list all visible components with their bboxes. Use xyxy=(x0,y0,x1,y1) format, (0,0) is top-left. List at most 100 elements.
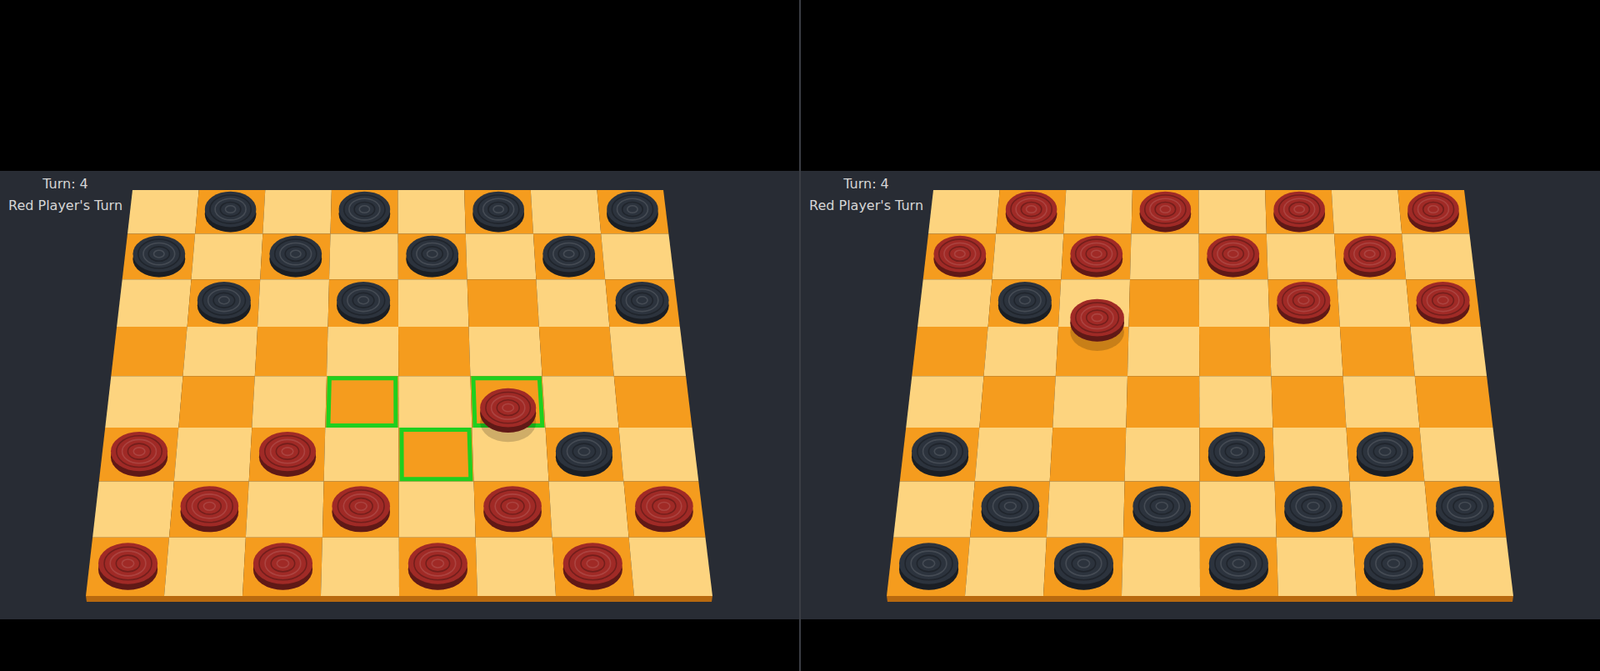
checker-piece[interactable] xyxy=(1356,431,1414,477)
checker-piece[interactable] xyxy=(269,235,322,278)
board-square[interactable] xyxy=(1415,375,1494,428)
board-square[interactable] xyxy=(474,481,553,538)
board-square[interactable] xyxy=(545,427,625,481)
checker-piece[interactable] xyxy=(253,542,313,590)
board-square[interactable] xyxy=(1130,234,1200,280)
checker-piece[interactable] xyxy=(1416,281,1470,325)
board-square[interactable] xyxy=(325,375,399,428)
board-square[interactable] xyxy=(127,190,200,235)
move-highlight[interactable] xyxy=(401,430,471,480)
board-square[interactable] xyxy=(257,279,330,327)
board-square[interactable] xyxy=(886,537,970,596)
board-square[interactable] xyxy=(1199,190,1267,235)
checker-piece[interactable] xyxy=(542,235,595,278)
board-square[interactable] xyxy=(164,537,246,596)
checker-piece[interactable] xyxy=(555,431,613,477)
board-square[interactable] xyxy=(1336,279,1410,327)
board-square[interactable] xyxy=(1350,481,1430,538)
board-square[interactable] xyxy=(110,326,187,376)
board-square[interactable] xyxy=(614,375,693,428)
checker-piece[interactable] xyxy=(472,191,525,233)
board-square[interactable] xyxy=(105,375,183,428)
board-square[interactable] xyxy=(169,481,250,538)
board-square[interactable] xyxy=(1199,427,1275,481)
board-square[interactable] xyxy=(530,190,601,235)
checker-piece[interactable] xyxy=(1005,191,1058,233)
checker-piece[interactable] xyxy=(1140,191,1192,233)
board-square[interactable] xyxy=(99,427,180,481)
checker-piece[interactable] xyxy=(998,281,1052,325)
checker-piece[interactable] xyxy=(339,191,391,233)
checker-piece[interactable] xyxy=(1070,299,1125,351)
board-square[interactable] xyxy=(1270,326,1344,376)
board-square[interactable] xyxy=(464,190,534,235)
board-square[interactable] xyxy=(1265,190,1335,235)
board-square[interactable] xyxy=(535,279,610,327)
board-square[interactable] xyxy=(965,537,1047,596)
checker-piece[interactable] xyxy=(205,191,257,233)
board-square[interactable] xyxy=(549,481,630,538)
checker-piece[interactable] xyxy=(911,431,969,477)
board-square[interactable] xyxy=(1410,326,1487,376)
board-square[interactable] xyxy=(1276,537,1357,596)
board-square[interactable] xyxy=(1199,279,1270,327)
checker-piece[interactable] xyxy=(635,485,694,532)
board-square[interactable] xyxy=(988,279,1062,327)
board-square[interactable] xyxy=(1405,279,1481,327)
board-square[interactable] xyxy=(1199,375,1273,428)
board-square[interactable] xyxy=(905,375,984,428)
board-square[interactable] xyxy=(979,375,1056,428)
board-square[interactable] xyxy=(1046,481,1125,538)
board-square[interactable] xyxy=(1127,326,1200,376)
board-square[interactable] xyxy=(995,190,1066,235)
checker-piece[interactable] xyxy=(483,485,542,532)
board-square[interactable] xyxy=(1121,537,1200,596)
board-square[interactable] xyxy=(398,279,470,327)
board-square[interactable] xyxy=(1125,375,1200,428)
board-square[interactable] xyxy=(552,537,635,596)
board-square[interactable] xyxy=(398,234,468,280)
checker-piece[interactable] xyxy=(480,388,536,442)
board-square[interactable] xyxy=(605,279,680,327)
board-square[interactable] xyxy=(1270,375,1346,428)
checker-piece[interactable] xyxy=(899,542,959,590)
board-square[interactable] xyxy=(1340,326,1415,376)
board-square[interactable] xyxy=(1275,481,1354,538)
board-square[interactable] xyxy=(1346,427,1425,481)
board-square[interactable] xyxy=(262,190,332,235)
board-square[interactable] xyxy=(984,326,1060,376)
checker-piece[interactable] xyxy=(1209,542,1269,590)
checker-piece[interactable] xyxy=(981,485,1040,532)
board-square[interactable] xyxy=(900,427,980,481)
board-square[interactable] xyxy=(465,234,537,280)
board-square[interactable] xyxy=(539,326,615,376)
board-square[interactable] xyxy=(992,234,1065,280)
board-square[interactable] xyxy=(322,481,400,538)
checker-piece[interactable] xyxy=(1435,485,1495,532)
board-square[interactable] xyxy=(249,427,326,481)
board-square[interactable] xyxy=(1334,234,1406,280)
board-square[interactable] xyxy=(191,234,264,280)
board-square[interactable] xyxy=(1123,481,1200,538)
board-square[interactable] xyxy=(467,279,540,327)
board-square[interactable] xyxy=(1424,481,1506,538)
board-square[interactable] xyxy=(399,537,478,596)
board-square[interactable] xyxy=(195,190,265,235)
board-square[interactable] xyxy=(1200,481,1277,538)
board-square[interactable] xyxy=(320,537,400,596)
board-square[interactable] xyxy=(533,234,605,280)
checker-piece[interactable] xyxy=(606,191,659,233)
board-square[interactable] xyxy=(1043,537,1124,596)
board-square[interactable] xyxy=(92,481,175,538)
move-highlight[interactable] xyxy=(328,378,396,426)
board-square[interactable] xyxy=(398,326,470,376)
board-square[interactable] xyxy=(85,537,170,596)
checker-piece[interactable] xyxy=(1206,235,1260,278)
board-square[interactable] xyxy=(1199,326,1271,376)
board-square[interactable] xyxy=(1430,537,1514,596)
board-square[interactable] xyxy=(174,427,252,481)
checker-piece[interactable] xyxy=(1343,235,1396,278)
board-square[interactable] xyxy=(1397,190,1470,235)
board-square[interactable] xyxy=(1050,427,1127,481)
board-square[interactable] xyxy=(975,427,1054,481)
